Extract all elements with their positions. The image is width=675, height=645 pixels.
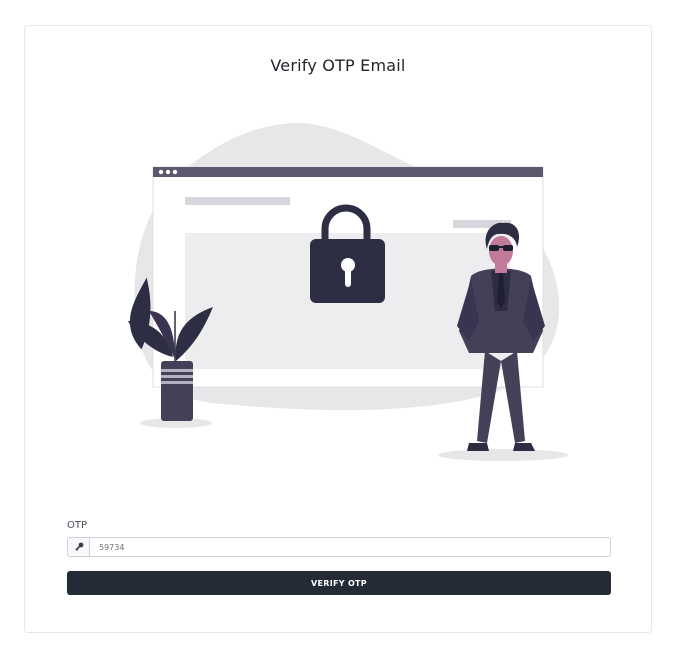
page-title: Verify OTP Email: [270, 56, 406, 75]
verify-otp-card: Verify OTP Email OTP 59734 VERIFY OTP: [24, 25, 652, 633]
security-illustration: [128, 122, 568, 461]
otp-input-group: [67, 537, 611, 557]
otp-input[interactable]: [90, 538, 610, 556]
key-icon: [68, 538, 90, 556]
otp-label: OTP: [67, 520, 88, 531]
verify-otp-button[interactable]: VERIFY OTP: [67, 571, 611, 595]
